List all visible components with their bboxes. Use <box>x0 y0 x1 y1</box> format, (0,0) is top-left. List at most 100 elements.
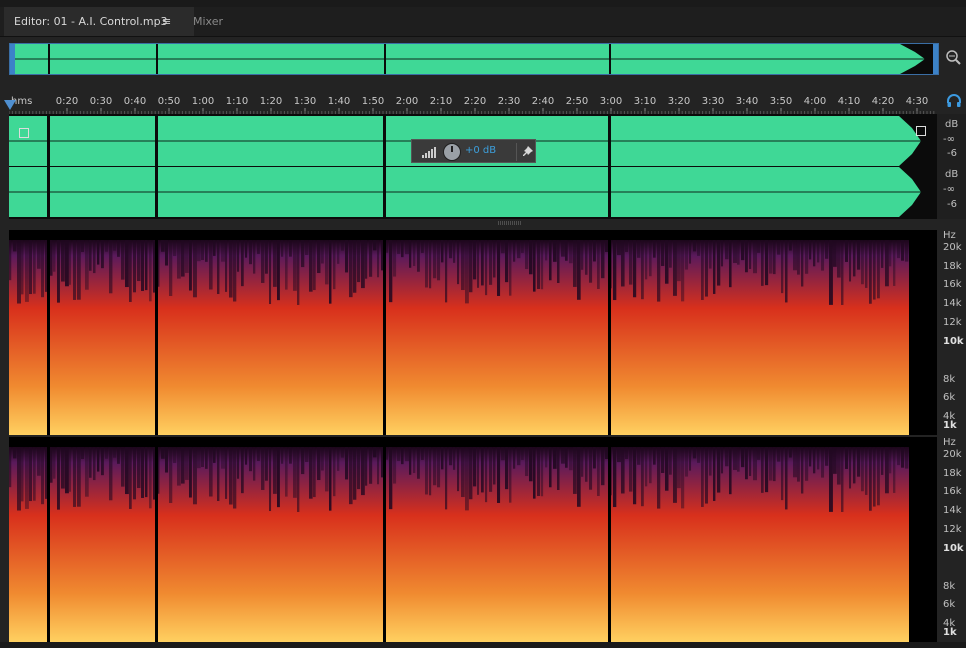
hz-label: 18k <box>943 468 962 479</box>
spectrogram-streak <box>313 447 316 498</box>
spectrogram-streak <box>665 240 669 284</box>
spectrogram-streak <box>781 240 784 294</box>
spectrogram-streak <box>313 240 316 291</box>
spectrogram-streak <box>757 447 761 460</box>
spectrogram-streak <box>245 240 248 258</box>
hz-label: 1k <box>943 420 957 431</box>
spectrogram-ch2-image <box>9 437 937 642</box>
spectrogram-streak <box>417 447 420 479</box>
spectrogram-streak <box>753 240 757 274</box>
volume-knob[interactable] <box>443 143 461 161</box>
overview-navigator[interactable] <box>9 43 939 75</box>
spectrogram-streak <box>785 240 788 303</box>
spectrogram-streak <box>201 447 205 468</box>
spectrogram-streak <box>81 447 85 459</box>
spectrogram-channel-2[interactable] <box>9 437 937 642</box>
spectrogram-streak <box>237 447 240 479</box>
fade-in-handle-icon[interactable] <box>19 128 29 138</box>
spectrogram-streak <box>141 240 145 291</box>
spectrogram-gap <box>383 230 386 435</box>
spectrogram-streak <box>773 447 776 482</box>
spectrogram-channel-1[interactable] <box>9 230 937 435</box>
ruler-tick-label: 0:20 <box>56 96 78 107</box>
spectrogram-streak <box>253 447 256 481</box>
spectrogram-streak <box>57 240 60 303</box>
spectrogram-streak <box>501 447 505 461</box>
spectrogram-streak <box>177 447 181 486</box>
spectrogram-streak <box>801 240 804 287</box>
spectrogram-gap <box>155 230 158 435</box>
spectrogram-streak <box>153 240 156 293</box>
resize-grip-icon[interactable] <box>498 221 522 225</box>
spectrogram-streak <box>281 240 284 257</box>
spectrogram-streak <box>621 240 625 287</box>
spectrogram-streak <box>717 240 721 286</box>
overview-left-handle[interactable] <box>10 44 15 74</box>
panel-tab-bar: Editor: 01 - A.I. Control.mp3 ≡ Mixer <box>0 7 966 37</box>
spectrogram-streak <box>437 240 441 281</box>
fade-out-handle-icon[interactable] <box>916 126 926 136</box>
spectrogram-streak <box>821 447 825 478</box>
zoom-icon[interactable] <box>944 48 962 66</box>
spectrogram-streak <box>873 447 876 507</box>
spectrogram-streak <box>669 240 672 268</box>
headphone-icon[interactable] <box>946 93 962 109</box>
spectrogram-streak <box>885 447 889 494</box>
waveform-display[interactable] <box>9 114 937 219</box>
spectrogram-streak <box>285 447 288 497</box>
spectrogram-streak <box>181 447 185 484</box>
bottom-strip <box>0 642 966 648</box>
ruler-tick-label: 4:10 <box>838 96 860 107</box>
spectrogram-streak <box>309 240 313 292</box>
hz-label: 14k <box>943 298 962 309</box>
hud-volume-control[interactable]: +0 dB <box>411 139 536 163</box>
ruler-tick-label: 3:30 <box>702 96 724 107</box>
spectrogram-streak <box>665 447 669 491</box>
spectrogram-streak <box>105 447 108 459</box>
spectrogram-streak <box>29 447 33 502</box>
spectrogram-streak <box>169 447 173 503</box>
spectrogram-streak <box>409 240 412 268</box>
spectrogram-streak <box>57 447 60 510</box>
spectrogram-streak <box>577 240 581 300</box>
spectrogram-streak <box>165 447 169 473</box>
spectrogram-streak <box>261 240 265 283</box>
spectrogram-streak <box>101 240 104 269</box>
spectrogram-streak <box>85 240 89 290</box>
spectrogram-streak <box>689 447 692 471</box>
spectrogram-streak <box>881 447 884 475</box>
spectrogram-streak <box>297 447 300 512</box>
spectrogram-streak <box>257 240 260 254</box>
spectrogram-streak <box>509 240 512 296</box>
volume-value[interactable]: +0 dB <box>465 145 496 156</box>
spectrogram-streak <box>209 240 213 290</box>
db-unit-ch1: dB <box>945 119 959 130</box>
spectrogram-streak <box>797 240 800 275</box>
spectrogram-streak <box>225 447 228 499</box>
tab-editor[interactable]: Editor: 01 - A.I. Control.mp3 ≡ <box>4 7 194 36</box>
spectrogram-streak <box>837 447 841 485</box>
spectrogram-streak <box>573 447 577 494</box>
spectrogram-streak <box>129 240 132 302</box>
spectrogram-streak <box>321 240 324 264</box>
tab-mixer[interactable]: Mixer <box>183 7 233 36</box>
menu-icon[interactable]: ≡ <box>162 7 171 36</box>
spectrogram-streak <box>865 240 868 288</box>
time-ruler[interactable]: hms 0:20 0:30 0:40 0:50 1:00 1:10 1:20 1:30 1:40 1… <box>9 90 937 114</box>
spectrogram-streak <box>429 240 432 289</box>
spectrogram-streak <box>9 447 12 488</box>
overview-right-handle[interactable] <box>933 44 938 74</box>
pin-icon[interactable] <box>521 145 535 159</box>
spectrogram-streak <box>777 447 781 462</box>
spectrogram-streak <box>585 240 588 275</box>
spectrogram-streak <box>77 447 81 507</box>
spectrogram-streak <box>845 447 848 469</box>
spectrogram-streak <box>729 447 732 495</box>
spectrogram-streak <box>341 447 344 458</box>
playhead-marker[interactable] <box>4 100 16 110</box>
spectrogram-streak <box>569 240 573 264</box>
spectrogram-streak <box>73 447 77 507</box>
spectrogram-streak <box>421 447 424 460</box>
ruler-tick-label: 1:40 <box>328 96 350 107</box>
spectrogram-streak <box>61 447 65 489</box>
